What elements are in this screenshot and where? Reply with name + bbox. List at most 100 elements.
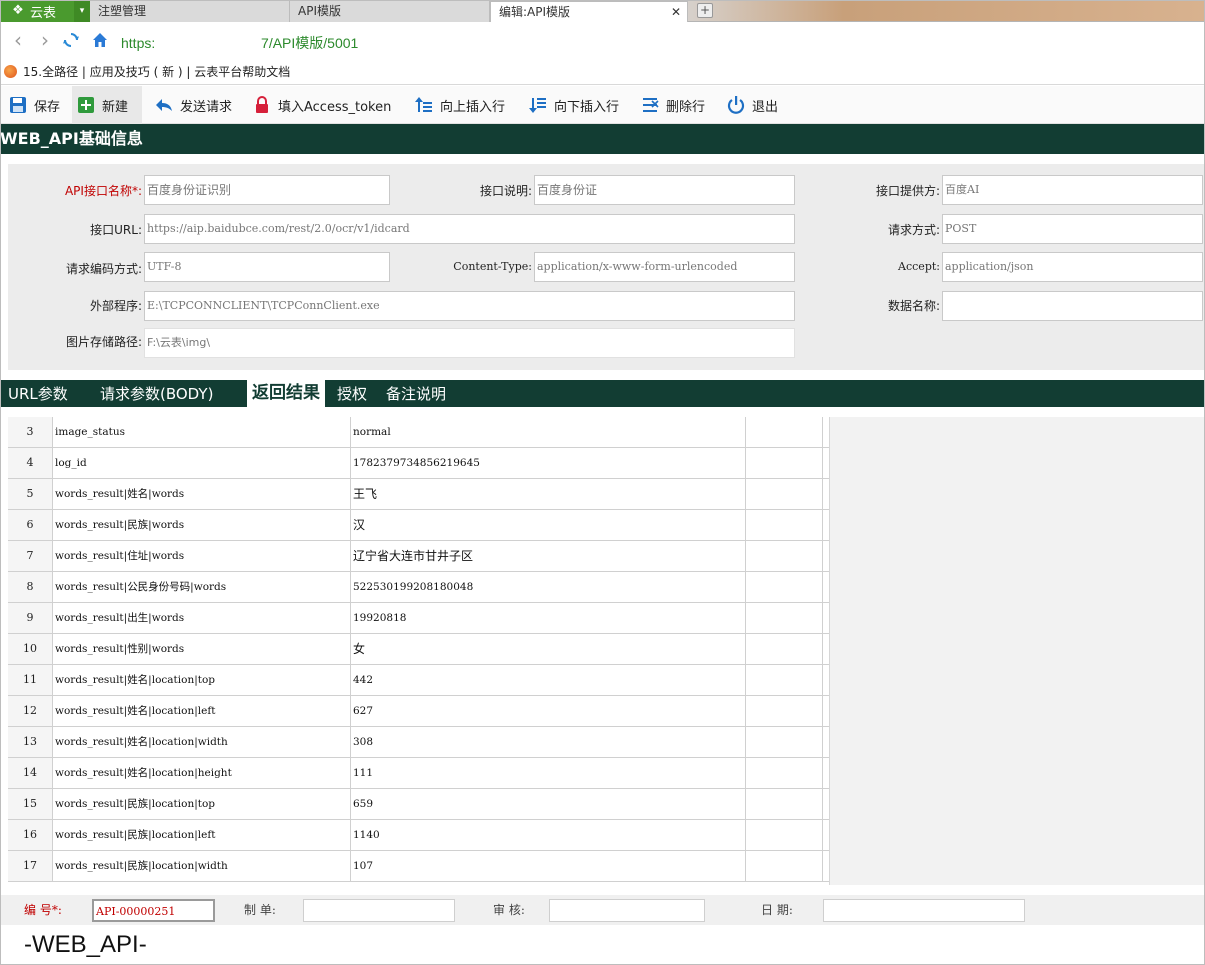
result-value-cell[interactable]: 442 [351, 665, 746, 695]
result-value-cell[interactable]: 王飞 [351, 479, 746, 509]
result-value-cell[interactable]: 308 [351, 727, 746, 757]
result-extra-cell[interactable] [746, 665, 823, 695]
result-key-cell[interactable]: words_result|姓名|location|width [53, 727, 351, 757]
tab-response-result[interactable]: 返回结果 [247, 380, 325, 407]
table-row[interactable]: 15 words_result|民族|location|top 659 [8, 789, 829, 820]
refresh-icon[interactable] [61, 31, 81, 51]
result-extra-cell[interactable] [746, 572, 823, 602]
result-value-cell[interactable]: 1782379734856219645 [351, 448, 746, 478]
image-path-field[interactable]: F:\云表\img\ [144, 328, 795, 358]
external-program-field[interactable]: E:\TCPCONNCLIENT\TCPConnClient.exe [144, 291, 795, 321]
table-row[interactable]: 14 words_result|姓名|location|height 111 [8, 758, 829, 789]
content-type-field[interactable]: application/x-www-form-urlencoded [534, 252, 795, 282]
result-value-cell[interactable]: 107 [351, 851, 746, 881]
table-row[interactable]: 9 words_result|出生|words 19920818 [8, 603, 829, 634]
new-tab-button[interactable]: + [697, 3, 713, 18]
home-icon[interactable] [90, 31, 110, 51]
result-value-cell[interactable]: 19920818 [351, 603, 746, 633]
result-value-cell[interactable]: 522530199208180048 [351, 572, 746, 602]
result-extra-cell[interactable] [746, 696, 823, 726]
result-extra-cell[interactable] [746, 541, 823, 571]
table-row[interactable]: 13 words_result|姓名|location|width 308 [8, 727, 829, 758]
result-extra-cell[interactable] [746, 758, 823, 788]
tab-authorization[interactable]: 授权 [337, 380, 367, 407]
app-menu-dropdown-icon[interactable]: ▾ [74, 0, 90, 22]
result-key-cell[interactable]: words_result|民族|location|top [53, 789, 351, 819]
table-row[interactable]: 7 words_result|住址|words 辽宁省大连市甘井子区 [8, 541, 829, 572]
encoding-field[interactable]: UTF-8 [144, 252, 390, 282]
tab-url-params[interactable]: URL参数 [8, 380, 68, 407]
send-request-button[interactable]: 发送请求 [150, 86, 236, 124]
api-url-field[interactable]: https://aip.baidubce.com/rest/2.0/ocr/v1… [144, 214, 795, 244]
table-row[interactable]: 17 words_result|民族|location|width 107 [8, 851, 829, 882]
code-field[interactable]: API-00000251 [92, 899, 215, 922]
exit-button[interactable]: 退出 [722, 86, 782, 124]
provider-field[interactable]: 百度AI [942, 175, 1203, 205]
result-key-cell[interactable]: words_result|公民身份号码|words [53, 572, 351, 602]
result-extra-cell[interactable] [746, 510, 823, 540]
table-row[interactable]: 4 log_id 1782379734856219645 [8, 448, 829, 479]
result-key-cell[interactable]: words_result|性别|words [53, 634, 351, 664]
result-key-cell[interactable]: words_result|出生|words [53, 603, 351, 633]
result-value-cell[interactable]: 111 [351, 758, 746, 788]
tab-request-body[interactable]: 请求参数(BODY) [100, 380, 213, 407]
forward-icon[interactable]: › [35, 30, 55, 51]
result-extra-cell[interactable] [746, 851, 823, 881]
result-value-cell[interactable]: 659 [351, 789, 746, 819]
data-name-field[interactable] [942, 291, 1203, 321]
result-extra-cell[interactable] [746, 479, 823, 509]
result-extra-cell[interactable] [746, 789, 823, 819]
url-field[interactable]: https: 7/API模版/5001 [121, 33, 358, 53]
table-row[interactable]: 8 words_result|公民身份号码|words 52253019920818… [8, 572, 829, 603]
table-row[interactable]: 6 words_result|民族|words 汉 [8, 510, 829, 541]
bookmark-links[interactable]: 15.全路径 | 应用及技巧 ( 新 ) | 云表平台帮助文档 [23, 63, 290, 80]
result-value-cell[interactable]: normal [351, 417, 746, 447]
result-extra-cell[interactable] [746, 448, 823, 478]
back-icon[interactable]: ‹ [8, 30, 28, 51]
result-value-cell[interactable]: 1140 [351, 820, 746, 850]
tab-edit-api-template[interactable]: 编辑:API模版 ✕ [490, 1, 688, 22]
result-value-cell[interactable]: 辽宁省大连市甘井子区 [351, 541, 746, 571]
save-button[interactable]: 保存 [4, 86, 64, 124]
result-value-cell[interactable]: 627 [351, 696, 746, 726]
result-key-cell[interactable]: words_result|民族|location|width [53, 851, 351, 881]
result-key-cell[interactable]: log_id [53, 448, 351, 478]
result-key-cell[interactable]: words_result|姓名|words [53, 479, 351, 509]
new-button[interactable]: 新建 [72, 86, 142, 124]
insert-row-below-button[interactable]: 向下插入行 [524, 86, 623, 124]
review-field[interactable] [549, 899, 705, 922]
app-menu-button[interactable]: ❖ 云表 ▾ [0, 0, 90, 22]
result-key-cell[interactable]: words_result|民族|words [53, 510, 351, 540]
result-extra-cell[interactable] [746, 820, 823, 850]
method-field[interactable]: POST [942, 214, 1203, 244]
result-extra-cell[interactable] [746, 634, 823, 664]
tab-remarks[interactable]: 备注说明 [386, 380, 446, 407]
result-extra-cell[interactable] [746, 603, 823, 633]
result-key-cell[interactable]: words_result|姓名|location|top [53, 665, 351, 695]
result-key-cell[interactable]: words_result|住址|words [53, 541, 351, 571]
table-row[interactable]: 3 image_status normal [8, 417, 829, 448]
result-value-cell[interactable]: 汉 [351, 510, 746, 540]
insert-row-above-button[interactable]: 向上插入行 [410, 86, 509, 124]
date-field[interactable] [823, 899, 1025, 922]
api-name-field[interactable]: 百度身份证识别 [144, 175, 390, 205]
table-row[interactable]: 10 words_result|性别|words 女 [8, 634, 829, 665]
result-value-cell[interactable]: 女 [351, 634, 746, 664]
maker-field[interactable] [303, 899, 455, 922]
table-row[interactable]: 11 words_result|姓名|location|top 442 [8, 665, 829, 696]
tab-close-icon[interactable]: ✕ [671, 2, 681, 22]
table-row[interactable]: 16 words_result|民族|location|left 1140 [8, 820, 829, 851]
result-key-cell[interactable]: words_result|姓名|location|left [53, 696, 351, 726]
fill-access-token-button[interactable]: 填入Access_token [248, 86, 395, 124]
result-extra-cell[interactable] [746, 727, 823, 757]
table-row[interactable]: 12 words_result|姓名|location|left 627 [8, 696, 829, 727]
accept-field[interactable]: application/json [942, 252, 1203, 282]
tab-injection-management[interactable]: 注塑管理 [90, 1, 290, 22]
result-extra-cell[interactable] [746, 417, 823, 447]
result-key-cell[interactable]: words_result|姓名|location|height [53, 758, 351, 788]
result-key-cell[interactable]: words_result|民族|location|left [53, 820, 351, 850]
tab-api-template[interactable]: API模版 [290, 1, 490, 22]
result-key-cell[interactable]: image_status [53, 417, 351, 447]
desc-field[interactable]: 百度身份证 [534, 175, 795, 205]
table-row[interactable]: 5 words_result|姓名|words 王飞 [8, 479, 829, 510]
